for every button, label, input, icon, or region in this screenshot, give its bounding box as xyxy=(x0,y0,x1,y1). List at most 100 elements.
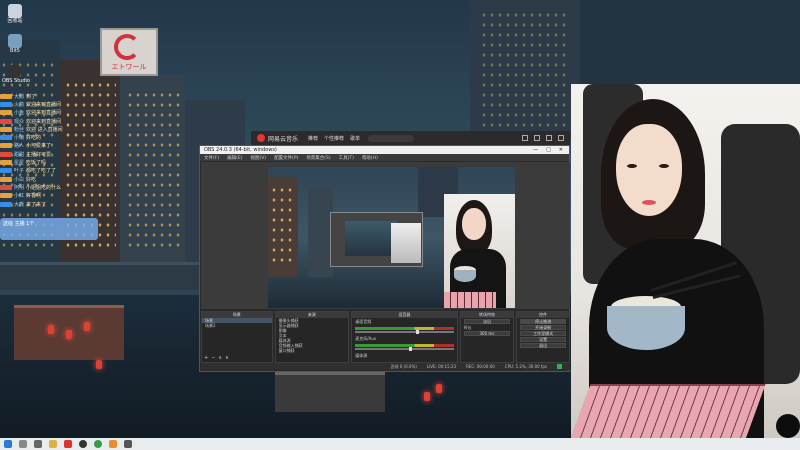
live-timer: LIVE: 00:15:23 xyxy=(426,364,457,369)
menu-help[interactable]: 帮助(H) xyxy=(362,155,378,161)
netease-music-titlebar[interactable]: 网易云音乐 推荐 个性推荐 歌单 xyxy=(251,131,570,145)
desktop-icon-obs[interactable]: OBS Studio xyxy=(2,64,30,90)
maximize-icon[interactable] xyxy=(546,135,552,141)
scene-item[interactable]: 场景2 xyxy=(202,323,272,328)
chat-text: 小姐姐吃的什么 xyxy=(26,184,62,191)
obs-icon[interactable] xyxy=(79,440,87,448)
file-explorer-icon[interactable] xyxy=(49,440,57,448)
dropped-frames: 丢帧 0 (0.0%) xyxy=(390,363,417,369)
gift-banner: 送给 主播 1个 xyxy=(0,218,98,240)
transitions-header: 转场特效 xyxy=(460,312,514,318)
fan-badge-icon xyxy=(0,126,12,132)
search-icon[interactable] xyxy=(19,440,27,448)
obs-icon xyxy=(8,64,22,78)
chat-message: 叶子 都吃了吃了了 xyxy=(0,167,100,175)
chat-text: 欢迎 进入直播间 xyxy=(26,126,63,133)
settings-button[interactable]: 设置 xyxy=(520,337,567,342)
preview-bowl xyxy=(454,270,476,282)
chat-message: 小鱼 欢迎来到直播间 xyxy=(0,109,100,117)
menu-file[interactable]: 文件(F) xyxy=(204,155,219,161)
obs-window: OBS 24.0.3 (64-bit, windows) — □ ✕ 文件(F)… xyxy=(199,145,571,372)
slider-handle[interactable] xyxy=(416,330,420,334)
chat-message: 阿明 小姐姐吃的什么 xyxy=(0,183,100,191)
duration-label: 时长 xyxy=(463,325,472,330)
preview-canvas[interactable] xyxy=(268,167,515,308)
chrome-icon[interactable] xyxy=(94,440,102,448)
settings-icon[interactable] xyxy=(522,135,528,141)
stop-streaming-button[interactable]: 停止推流 xyxy=(520,319,567,324)
volume-slider[interactable] xyxy=(355,347,454,351)
chat-user: 观众 xyxy=(14,118,25,125)
mixer-channel-label: 媒体源 xyxy=(355,353,368,358)
obs-window-title: OBS 24.0.3 (64-bit, windows) xyxy=(204,147,277,153)
volume-slider[interactable] xyxy=(355,330,454,334)
lantern xyxy=(84,322,90,331)
close-button[interactable]: ✕ xyxy=(559,147,563,153)
up-icon[interactable]: ∧ xyxy=(218,355,222,361)
source-item[interactable]: 窗口捕获 xyxy=(276,348,349,353)
menu-profile[interactable]: 配置文件(P) xyxy=(274,155,298,161)
minimize-button[interactable]: — xyxy=(533,147,538,153)
minimize-icon[interactable] xyxy=(534,135,540,141)
sign-text: エトワール xyxy=(111,63,147,71)
exit-button[interactable]: 退出 xyxy=(520,343,567,348)
sign-logo xyxy=(114,34,140,60)
gift-text: 送给 主播 1个 xyxy=(3,221,35,227)
chat-message: 大鹅 到了 xyxy=(0,92,100,100)
slider-handle[interactable] xyxy=(409,347,413,351)
controls-dock: 控件 停止推流 开始录制 工作室模式 设置 退出 xyxy=(516,311,571,363)
close-icon[interactable] xyxy=(558,135,564,141)
chat-user: 阿明 xyxy=(14,184,25,191)
obs-titlebar[interactable]: OBS 24.0.3 (64-bit, windows) — □ ✕ xyxy=(200,146,569,154)
scenes-toolbar: + − ∧ ∨ xyxy=(204,355,229,361)
fan-badge-icon xyxy=(0,101,12,107)
scenes-dock: 场景 场景 场景2 + − ∧ ∨ xyxy=(201,311,273,363)
recycle-bin-icon xyxy=(8,4,22,18)
transition-select[interactable]: 淡出 xyxy=(463,319,511,324)
chat-user: 粉丝 xyxy=(14,126,25,133)
chat-user: 大熊 xyxy=(14,201,25,208)
duration-input[interactable]: 300 ms xyxy=(463,331,511,336)
app-icon[interactable] xyxy=(124,440,132,448)
netease-menu-item[interactable]: 推荐 xyxy=(308,135,318,142)
netease-logo-icon xyxy=(257,134,265,142)
chat-user: 小白 xyxy=(14,176,25,183)
netease-icon[interactable] xyxy=(64,440,72,448)
rec-timer: REC: 00:00:00 xyxy=(466,364,495,369)
chat-message: 小红 好香啊 xyxy=(0,192,100,200)
studio-mode-button[interactable]: 工作室模式 xyxy=(520,331,567,336)
taskview-icon[interactable] xyxy=(34,440,42,448)
obs-preview-area[interactable] xyxy=(201,162,570,309)
nested-preview-scene xyxy=(345,221,397,256)
netease-menu-item[interactable]: 歌单 xyxy=(350,135,360,142)
obs-docks: 场景 场景 场景2 + − ∧ ∨ 来源 摄像头捕获 显示器捕获 图像 文本 媒… xyxy=(201,311,571,363)
fan-badge-icon xyxy=(0,193,12,199)
obs-menubar: 文件(F) 编辑(E) 视图(V) 配置文件(P) 场景集合(S) 工具(T) … xyxy=(200,154,569,161)
transitions-dock: 转场特效 淡出 时长 300 ms xyxy=(459,311,515,363)
mixer-dock: 混音器 桌面音频 麦克风/Aux 媒体源 xyxy=(351,311,458,363)
netease-search-input[interactable] xyxy=(368,134,415,142)
chat-text: 好香啊 xyxy=(26,193,42,200)
app-icon xyxy=(8,34,22,48)
menu-tools[interactable]: 工具(T) xyxy=(339,155,354,161)
menu-edit[interactable]: 编辑(E) xyxy=(227,155,242,161)
windows-taskbar xyxy=(0,438,800,450)
windows-start-icon[interactable] xyxy=(4,440,12,448)
stream-status-icon xyxy=(557,364,562,369)
desktop-icon-recycle-bin[interactable]: 回收站 xyxy=(2,4,28,30)
start-recording-button[interactable]: 开始录制 xyxy=(520,325,567,330)
chat-message: 甜甜 主播好可爱 xyxy=(0,150,100,158)
netease-menu-item[interactable]: 个性推荐 xyxy=(324,135,344,142)
chat-text: 欢迎来到直播间 xyxy=(26,110,62,117)
menu-scene-collection[interactable]: 场景集合(S) xyxy=(306,155,330,161)
fan-badge-icon xyxy=(0,160,12,166)
chat-user: 甜甜 xyxy=(14,151,25,158)
remove-icon[interactable]: − xyxy=(211,355,215,361)
menu-view[interactable]: 视图(V) xyxy=(250,155,266,161)
folder-icon[interactable] xyxy=(109,440,117,448)
desktop-icon-bit5[interactable]: Bit5 xyxy=(2,34,28,60)
down-icon[interactable]: ∨ xyxy=(225,355,229,361)
add-icon[interactable]: + xyxy=(204,355,208,361)
maximize-button[interactable]: □ xyxy=(546,147,551,153)
cpu-usage: CPU: 5.2%, 30.00 fps xyxy=(504,364,547,369)
